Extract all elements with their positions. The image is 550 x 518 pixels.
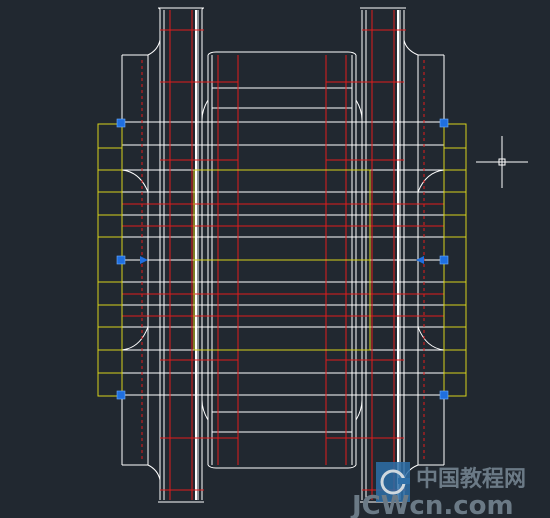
grip-arrow-right[interactable] bbox=[416, 256, 424, 264]
cad-drawing-canvas[interactable]: 中国教程网 JCWcn.com bbox=[0, 0, 550, 518]
watermark-text-top: 中国教程网 bbox=[416, 466, 526, 492]
grip-left-bottom[interactable] bbox=[116, 390, 126, 400]
crosshair-cursor bbox=[476, 136, 528, 188]
watermark: 中国教程网 JCWcn.com bbox=[350, 462, 526, 518]
model-space-viewport[interactable]: 中国教程网 JCWcn.com bbox=[0, 0, 550, 518]
watermark-text-main: JCWcn.com bbox=[350, 491, 514, 518]
grip-left-middle[interactable] bbox=[116, 255, 126, 265]
grip-arrow-left[interactable] bbox=[140, 256, 148, 264]
grip-left-top[interactable] bbox=[116, 118, 126, 128]
grip-right-middle[interactable] bbox=[439, 255, 449, 265]
grip-right-bottom[interactable] bbox=[439, 390, 449, 400]
grip-right-top[interactable] bbox=[439, 118, 449, 128]
hidden-lines bbox=[122, 10, 444, 500]
